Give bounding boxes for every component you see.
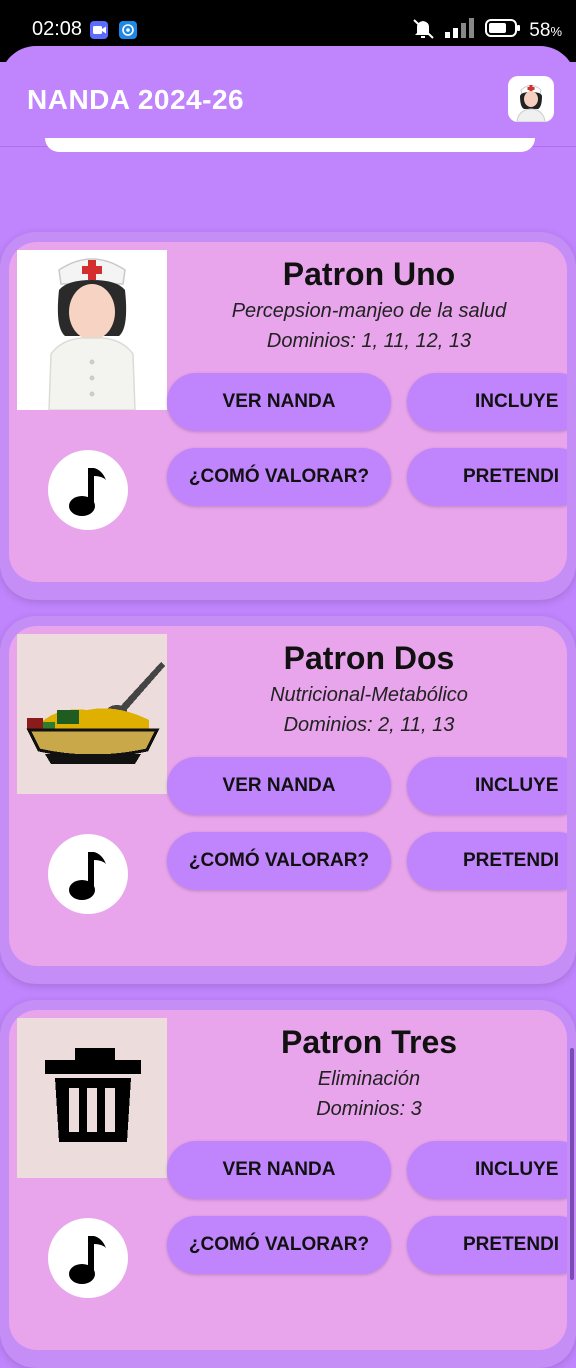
music-note-button[interactable] [48, 1218, 128, 1298]
battery-icon [485, 17, 521, 45]
battery-unit: % [550, 24, 562, 39]
music-note-button[interactable] [48, 450, 128, 530]
pattern-card: Patron Dos Nutricional-Metabólico Domini… [0, 616, 576, 984]
signal-icon [445, 17, 477, 45]
battery-level: 58 [529, 20, 551, 41]
ver-nanda-button[interactable]: VER NANDA [167, 373, 391, 431]
pattern-domains: Dominios: 2, 11, 13 [283, 714, 455, 736]
app-bar: NANDA 2024-26 [0, 46, 576, 147]
pretendi-button[interactable]: PRETENDI [407, 448, 567, 506]
status-time: 02:08 [32, 18, 83, 40]
pattern-card-content: Patron Dos Nutricional-Metabólico Domini… [9, 626, 567, 966]
ver-nanda-button[interactable]: VER NANDA [167, 1141, 391, 1199]
pattern-subtitle: Eliminación [317, 1068, 421, 1090]
food-bowl-icon [17, 634, 167, 794]
music-note-button[interactable] [48, 834, 128, 914]
como-valorar-button[interactable]: ¿COMÓ VALORAR? [167, 832, 391, 890]
status-icons: 58% [411, 18, 562, 44]
pattern-card: Patron Uno Percepsion-manjeo de la salud… [0, 232, 576, 600]
music-note-icon [69, 852, 106, 900]
pattern-title: Patron Uno [282, 256, 456, 292]
music-note-icon [69, 468, 106, 516]
pattern-title: Patron Tres [280, 1024, 458, 1060]
pattern-card-content: Patron Tres Eliminación Dominios: 3 VER … [9, 1010, 567, 1350]
pretendi-button[interactable]: PRETENDI [407, 832, 567, 890]
shield-app-icon [119, 21, 137, 39]
mute-icon [411, 17, 437, 45]
trash-can-icon [17, 1018, 167, 1178]
como-valorar-button[interactable]: ¿COMÓ VALORAR? [167, 448, 391, 506]
pattern-subtitle: Nutricional-Metabólico [270, 684, 468, 706]
pattern-domains: Dominios: 3 [316, 1098, 422, 1120]
incluye-button[interactable]: INCLUYE [407, 373, 567, 431]
scrollbar[interactable] [570, 1048, 574, 1280]
incluye-button[interactable]: INCLUYE [407, 757, 567, 815]
search-bar-edge [45, 138, 535, 152]
app-title: NANDA 2024-26 [27, 84, 245, 115]
pattern-subtitle: Percepsion-manjeo de la salud [231, 300, 507, 322]
como-valorar-button[interactable]: ¿COMÓ VALORAR? [167, 1216, 391, 1274]
nurse-icon [17, 250, 167, 411]
video-app-icon [90, 21, 108, 39]
pattern-card: Patron Tres Eliminación Dominios: 3 VER … [0, 1000, 576, 1368]
incluye-button[interactable]: INCLUYE [407, 1141, 567, 1199]
avatar[interactable] [508, 76, 554, 122]
music-note-icon [69, 1236, 106, 1284]
ver-nanda-button[interactable]: VER NANDA [167, 757, 391, 815]
pattern-card-content: Patron Uno Percepsion-manjeo de la salud… [9, 242, 567, 582]
pattern-title: Patron Dos [283, 640, 455, 676]
pattern-domains: Dominios: 1, 11, 12, 13 [266, 330, 472, 352]
pretendi-button[interactable]: PRETENDI [407, 1216, 567, 1274]
